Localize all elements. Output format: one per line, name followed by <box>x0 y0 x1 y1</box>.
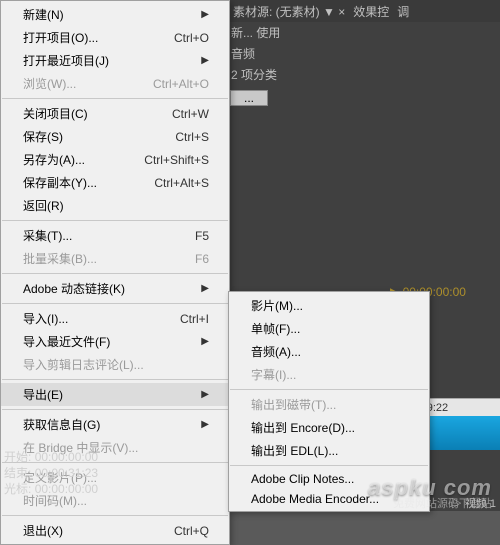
menu-item-label: 返回(R) <box>23 197 64 214</box>
menu-item[interactable]: 导出(E) ▶ <box>1 383 229 406</box>
menu-separator <box>2 409 228 410</box>
menu-item[interactable]: Adobe 动态链接(K) ▶ <box>1 277 229 300</box>
submenu-arrow-icon: ▶ <box>201 283 209 294</box>
menu-item-label: 关闭项目(C) <box>23 105 88 122</box>
menu-separator <box>2 379 228 380</box>
menu-item: 浏览(W)... Ctrl+Alt+O <box>1 72 229 95</box>
submenu-item-label: 影片(M)... <box>251 297 303 314</box>
menu-item[interactable]: 导入最近文件(F) ▶ <box>1 330 229 353</box>
menu-shortcut: F5 <box>195 229 209 243</box>
submenu-item: 输出到磁带(T)... <box>229 393 429 416</box>
menu-item[interactable]: 关闭项目(C) Ctrl+W <box>1 102 229 125</box>
submenu-arrow-icon: ▶ <box>201 419 209 430</box>
status-start-label: 开始: <box>4 450 31 464</box>
submenu-arrow-icon: ▶ <box>201 55 209 66</box>
submenu-arrow-icon: ▶ <box>201 9 209 20</box>
menu-item-label: 新建(N) <box>23 6 64 23</box>
menu-item[interactable]: 保存副本(Y)... Ctrl+Alt+S <box>1 171 229 194</box>
menu-item[interactable]: 打开项目(O)... Ctrl+O <box>1 26 229 49</box>
panel-group-count: 2 项分类 <box>225 64 500 85</box>
menu-item-label: 另存为(A)... <box>23 151 85 168</box>
submenu-item[interactable]: 单帧(F)... <box>229 317 429 340</box>
menu-item[interactable]: 导入(I)... Ctrl+I <box>1 307 229 330</box>
submenu-item[interactable]: 影片(M)... <box>229 294 429 317</box>
menu-item-label: 导入最近文件(F) <box>23 333 110 350</box>
panel-line-1: 新... 使用 <box>225 22 500 43</box>
submenu-item-label: 输出到磁带(T)... <box>251 396 336 413</box>
submenu-item-label: 输出到 Encore(D)... <box>251 419 355 436</box>
submenu-item[interactable]: 输出到 EDL(L)... <box>229 439 429 462</box>
panel-body: 新... 使用 音频 2 项分类 <box>225 22 500 85</box>
menu-separator <box>230 389 428 390</box>
menu-shortcut: Ctrl+I <box>180 312 209 326</box>
menu-separator <box>2 98 228 99</box>
menu-shortcut: Ctrl+O <box>174 31 209 45</box>
submenu-item-label: Adobe Media Encoder... <box>251 492 379 506</box>
submenu-item-label: 单帧(F)... <box>251 320 300 337</box>
status-end-label: 结束: <box>4 466 31 480</box>
panel-small-box[interactable]: ... <box>230 90 268 106</box>
menu-item[interactable]: 另存为(A)... Ctrl+Shift+S <box>1 148 229 171</box>
submenu-item-label: 字幕(I)... <box>251 366 296 383</box>
submenu-item-label: Adobe Clip Notes... <box>251 472 354 486</box>
submenu-item-label: 输出到 EDL(L)... <box>251 442 338 459</box>
menu-item-label: 批量采集(B)... <box>23 250 97 267</box>
submenu-item-label: 音频(A)... <box>251 343 301 360</box>
menu-item-label: Adobe 动态链接(K) <box>23 280 125 297</box>
menu-item-label: 保存(S) <box>23 128 63 145</box>
menu-item-label: 退出(X) <box>23 522 63 539</box>
status-cursor-label: 光标: <box>4 482 31 496</box>
menu-item: 导入剪辑日志评论(L)... <box>1 353 229 376</box>
menu-item[interactable]: 保存(S) Ctrl+S <box>1 125 229 148</box>
menu-item[interactable]: 退出(X) Ctrl+Q <box>1 519 229 542</box>
submenu-arrow-icon: ▶ <box>201 389 209 400</box>
menu-shortcut: Ctrl+Alt+O <box>153 77 209 91</box>
submenu-item: 字幕(I)... <box>229 363 429 386</box>
submenu-item[interactable]: 输出到 Encore(D)... <box>229 416 429 439</box>
menu-item-label: 打开项目(O)... <box>23 29 98 46</box>
menu-shortcut: Ctrl+Q <box>174 524 209 538</box>
menu-shortcut: Ctrl+S <box>175 130 209 144</box>
menu-item-label: 获取信息自(G) <box>23 416 100 433</box>
menu-shortcut: Ctrl+Alt+S <box>154 176 209 190</box>
menu-shortcut: F6 <box>195 252 209 266</box>
video-track-label: ▷ 视频 1 <box>451 495 496 511</box>
menu-item[interactable]: 新建(N) ▶ <box>1 3 229 26</box>
menu-shortcut: Ctrl+W <box>172 107 209 121</box>
menu-item-label: 导入剪辑日志评论(L)... <box>23 356 144 373</box>
menu-item[interactable]: 采集(T)... F5 <box>1 224 229 247</box>
status-start-value: 00:00:00:00 <box>35 450 98 464</box>
tab-source[interactable]: 素材源: (无素材) ▼ × <box>233 3 345 20</box>
menu-item-label: 打开最近项目(J) <box>23 52 109 69</box>
status-cursor-value: 00:00:00:00 <box>35 482 98 496</box>
menu-item-label: 保存副本(Y)... <box>23 174 97 191</box>
menu-item-label: 采集(T)... <box>23 227 72 244</box>
status-block: 开始: 00:00:00:00 结束: 00:00:31:23 光标: 00:0… <box>4 449 98 497</box>
menu-item[interactable]: 获取信息自(G) ▶ <box>1 413 229 436</box>
menu-item-label: 导入(I)... <box>23 310 68 327</box>
menu-separator <box>2 220 228 221</box>
panel-line-2: 音频 <box>225 43 500 64</box>
tab-effects[interactable]: 效果控 <box>353 3 389 20</box>
menu-item[interactable]: 返回(R) <box>1 194 229 217</box>
status-end-value: 00:00:31:23 <box>35 466 98 480</box>
menu-shortcut: Ctrl+Shift+S <box>144 153 209 167</box>
menu-item[interactable]: 打开最近项目(J) ▶ <box>1 49 229 72</box>
menu-separator <box>2 273 228 274</box>
menu-separator <box>230 465 428 466</box>
menu-item-label: 浏览(W)... <box>23 75 76 92</box>
panel-tab-bar: 素材源: (无素材) ▼ × 效果控 调 <box>225 0 500 22</box>
submenu-arrow-icon: ▶ <box>201 336 209 347</box>
menu-item-label: 导出(E) <box>23 386 63 403</box>
menu-separator <box>2 515 228 516</box>
menu-separator <box>2 303 228 304</box>
submenu-item[interactable]: 音频(A)... <box>229 340 429 363</box>
tab-adjust[interactable]: 调 <box>397 3 409 20</box>
menu-item: 批量采集(B)... F6 <box>1 247 229 270</box>
